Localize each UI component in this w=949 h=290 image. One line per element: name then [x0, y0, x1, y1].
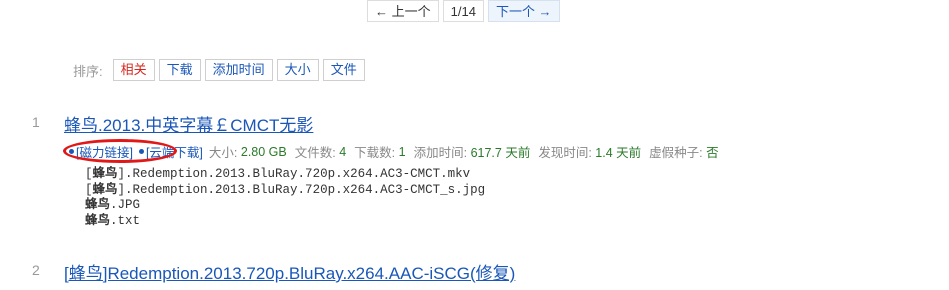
pager: ← 上一个 1/14 下一个 → — [367, 0, 560, 26]
fake-torrent-value: 否 — [706, 146, 719, 160]
prev-page-button[interactable]: ← 上一个 — [367, 0, 439, 22]
next-page-button[interactable]: 下一个 → — [487, 0, 560, 22]
file-item: [蜂鸟].Redemption.2013.BluRay.720p.x264.AC… — [85, 181, 486, 197]
sort-size-button[interactable]: 大小 — [276, 59, 319, 81]
fake-torrent-label: 虚假种子: — [649, 146, 703, 160]
downloads-value: 1 — [398, 144, 406, 159]
files-count-value: 4 — [339, 144, 347, 159]
magnet-link[interactable]: [磁力链接] — [76, 142, 133, 161]
cloud-download-link[interactable]: [云端下载] — [146, 142, 203, 161]
found-time-value: 1.4 天前 — [595, 146, 642, 160]
sort-downloads-button[interactable]: 下载 — [158, 59, 201, 81]
sort-files-button[interactable]: 文件 — [322, 59, 365, 81]
size-value: 2.80 GB — [240, 144, 287, 159]
sort-relevance-button[interactable]: 相关 — [112, 59, 155, 81]
sort-label: 排序: — [73, 63, 103, 79]
result-title-link[interactable]: 蜂鸟.2013.中英字幕￡CMCT无影 — [64, 111, 313, 136]
file-item: 蜂鸟.JPG — [85, 197, 141, 212]
result-index: 2 — [32, 262, 40, 278]
page-indicator: 1/14 — [442, 0, 484, 22]
sort-added-time-button[interactable]: 添加时间 — [204, 59, 273, 81]
result-title-link[interactable]: [蜂鸟]Redemption.2013.720p.BluRay.x264.AAC… — [64, 259, 515, 284]
size-label: 大小: — [208, 146, 238, 160]
files-count-label: 文件数: — [294, 146, 336, 160]
bullet-icon — [138, 149, 144, 154]
sort-bar: 排序: 相关 下载 添加时间 大小 文件 — [73, 59, 365, 81]
added-time-value: 617.7 天前 — [470, 146, 531, 160]
downloads-label: 下载数: — [354, 146, 396, 160]
bullet-icon — [69, 149, 74, 154]
file-list: [蜂鸟].Redemption.2013.BluRay.720p.x264.AC… — [85, 166, 485, 228]
file-item: [蜂鸟].Redemption.2013.BluRay.720p.x264.AC… — [85, 166, 471, 181]
result-meta: [磁力链接] [云端下载] 大小: 2.80 GB 文件数: 4 下载数: 1 … — [66, 142, 727, 161]
file-item: 蜂鸟.txt — [85, 212, 141, 228]
added-time-label: 添加时间: — [413, 146, 468, 160]
found-time-label: 发现时间: — [538, 146, 592, 160]
result-index: 1 — [32, 114, 40, 130]
